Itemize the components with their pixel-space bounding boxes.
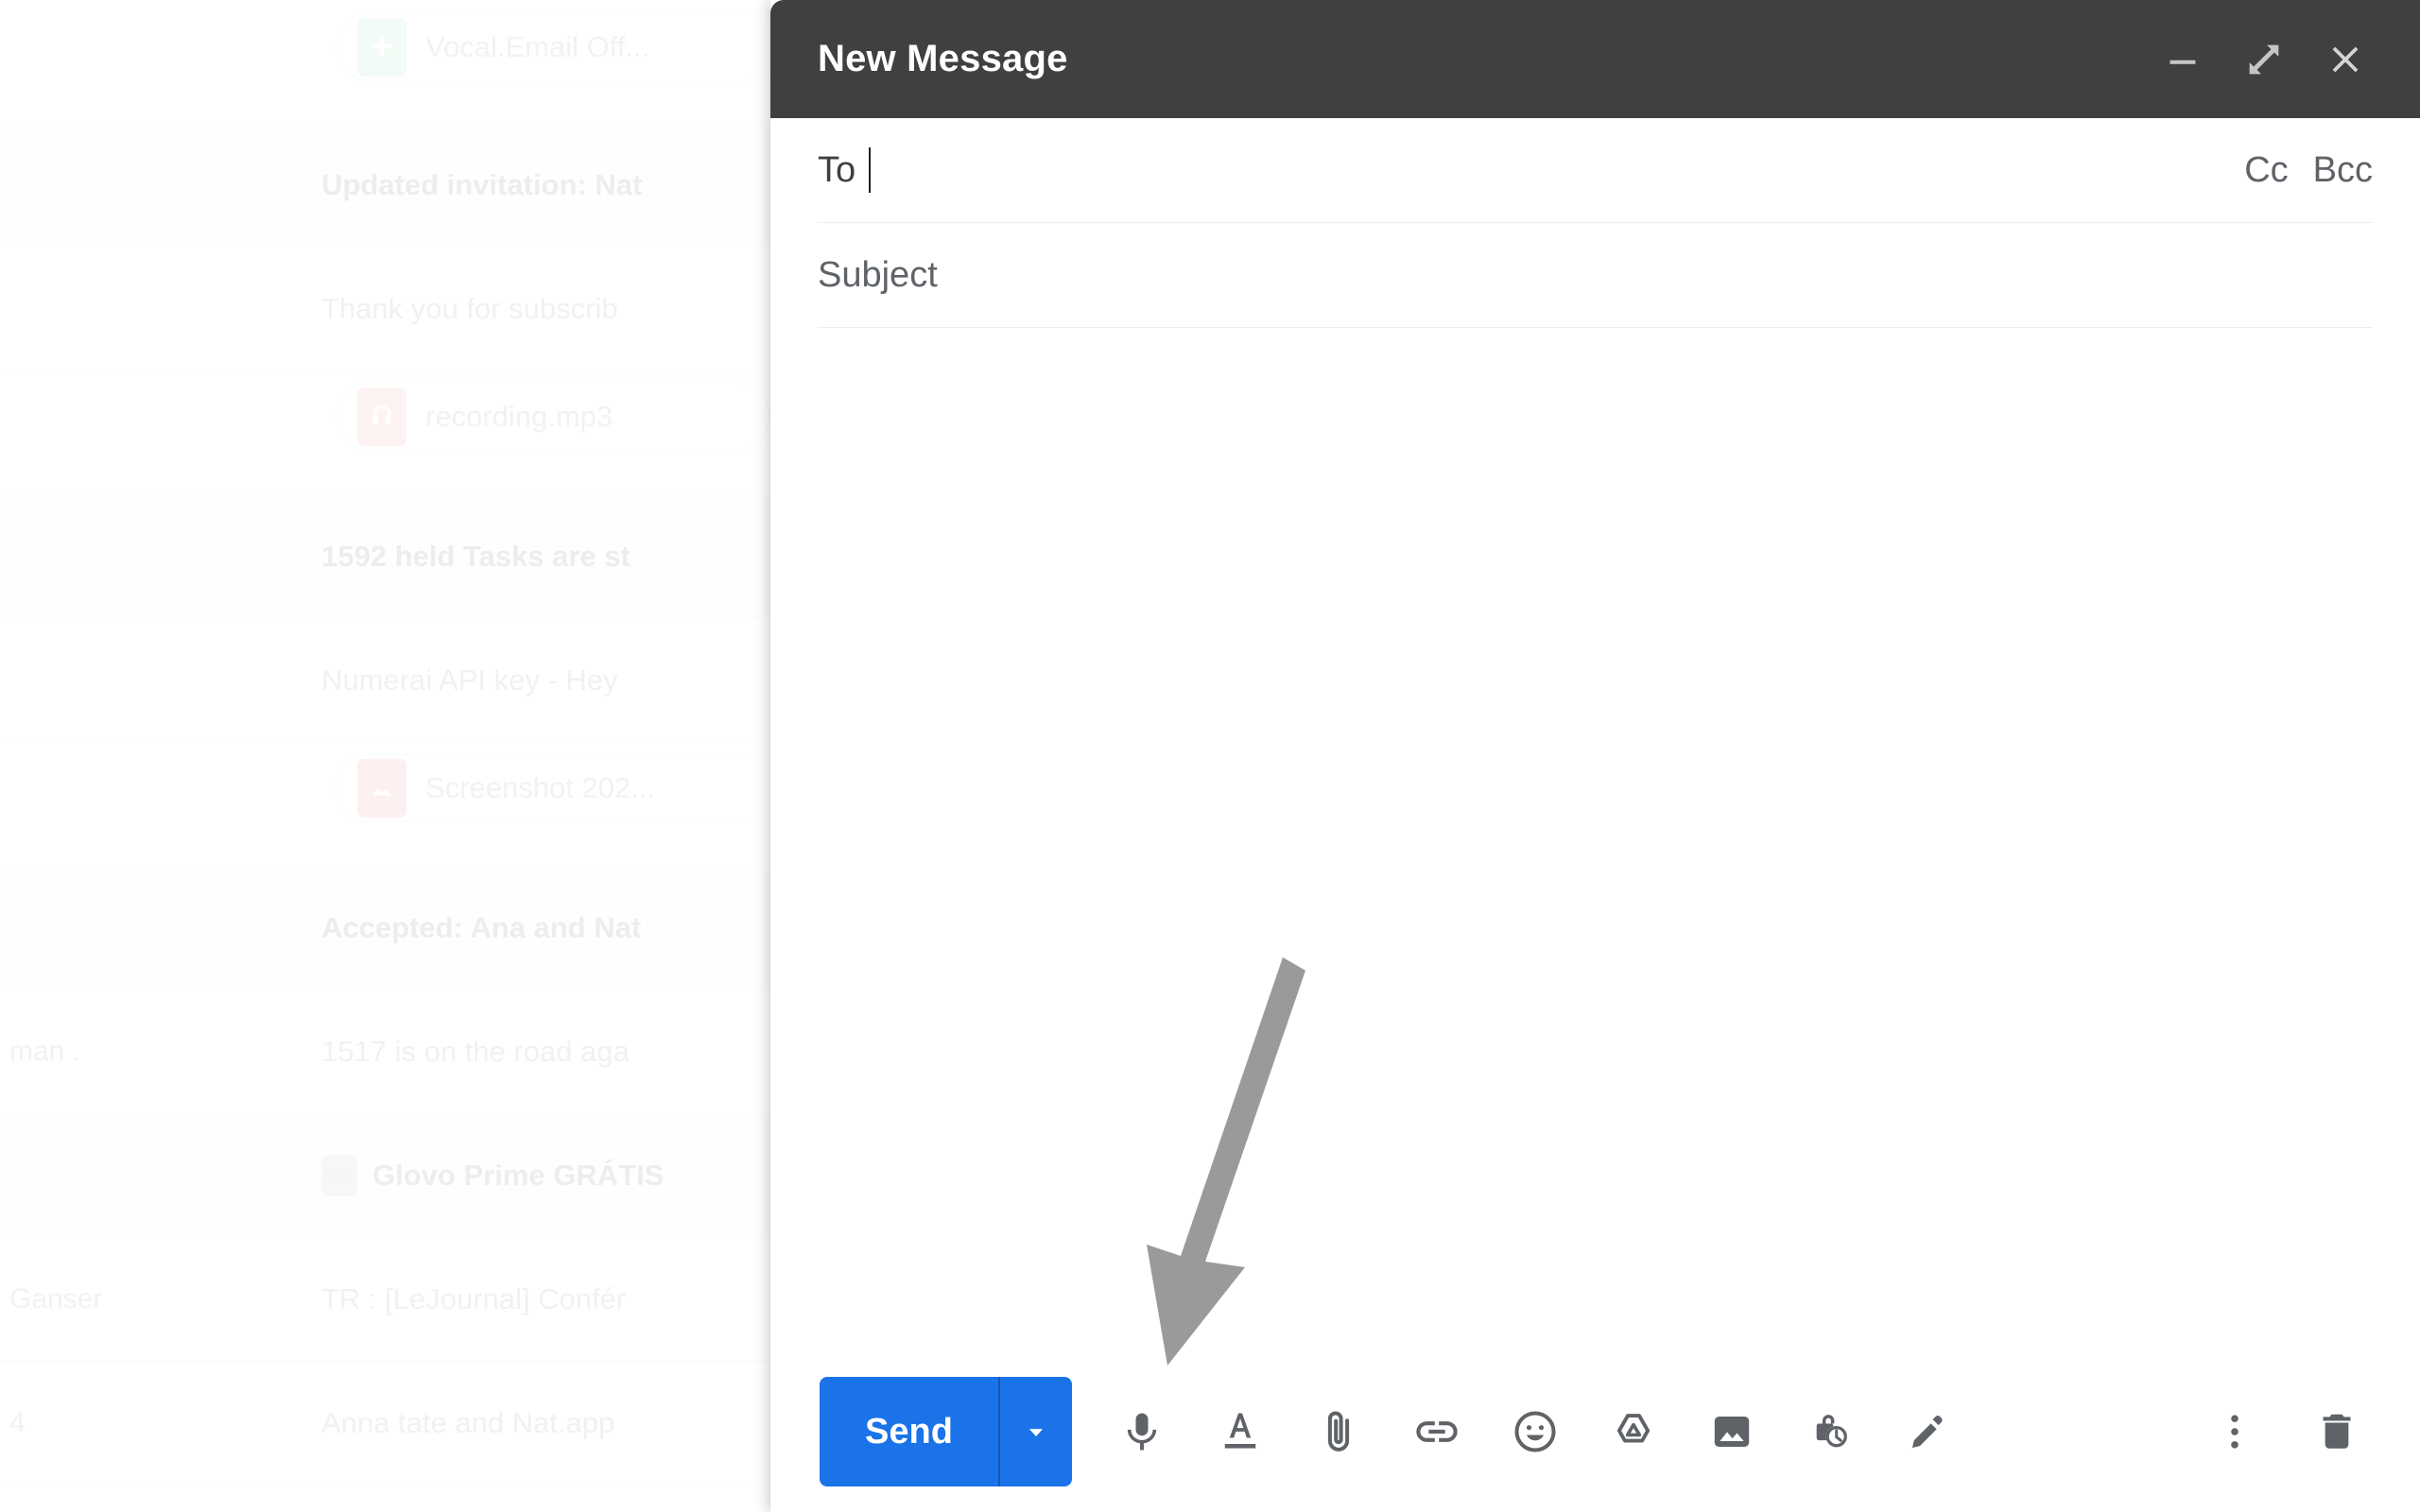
compose-window: New Message To Cc Bcc Subject Send xyxy=(770,0,2420,1512)
mail-attachment-chip[interactable]: Screenshot 202... xyxy=(336,754,787,822)
mail-row-sender: Ganser xyxy=(9,1283,103,1314)
to-field-row[interactable]: To Cc Bcc xyxy=(818,118,2373,223)
insert-drive-file-icon[interactable] xyxy=(1590,1388,1677,1475)
image-file-icon xyxy=(357,759,406,817)
more-options-icon[interactable] xyxy=(2191,1388,2278,1475)
free-badge-label: FREE xyxy=(324,1170,354,1181)
compose-window-header[interactable]: New Message xyxy=(770,0,2420,118)
compose-toolbar-icons xyxy=(1098,1388,1972,1475)
insert-signature-icon[interactable] xyxy=(1885,1388,1972,1475)
expand-icon[interactable] xyxy=(2223,19,2305,100)
insert-photo-icon[interactable] xyxy=(1688,1388,1775,1475)
formatting-options-icon[interactable] xyxy=(1197,1388,1284,1475)
confidential-mode-icon[interactable] xyxy=(1787,1388,1874,1475)
mail-row-sender: man . xyxy=(9,1036,81,1067)
mail-attachment-chip[interactable]: recording.mp3 xyxy=(336,383,770,451)
sheet-file-icon xyxy=(357,18,406,77)
mail-row-subject-text: Glovo Prime GRÁTIS xyxy=(372,1159,665,1192)
compose-toolbar-right xyxy=(2191,1388,2380,1475)
free-badge-icon: FREE xyxy=(321,1155,357,1196)
insert-emoji-icon[interactable] xyxy=(1492,1388,1579,1475)
microphone-icon[interactable] xyxy=(1098,1388,1185,1475)
message-body-input[interactable] xyxy=(770,328,2420,1351)
mail-attachment-label: Vocal.Email Off... xyxy=(425,30,650,63)
close-icon[interactable] xyxy=(2305,19,2386,100)
send-options-caret-icon[interactable] xyxy=(1000,1377,1072,1486)
compose-fields-area: To Cc Bcc Subject xyxy=(770,118,2420,328)
mail-attachment-label: Screenshot 202... xyxy=(425,771,655,804)
subject-field-label: Subject xyxy=(818,254,938,295)
mail-attachment-chip[interactable]: Vocal.Email Off... xyxy=(336,13,780,81)
to-field-label: To xyxy=(818,149,856,190)
mail-attachment-label: recording.mp3 xyxy=(425,400,614,433)
compose-window-title: New Message xyxy=(818,38,1068,79)
cc-button[interactable]: Cc xyxy=(2244,150,2288,191)
subject-field-row[interactable]: Subject xyxy=(818,223,2373,328)
text-caret xyxy=(869,147,872,193)
insert-link-icon[interactable] xyxy=(1393,1388,1480,1475)
send-button-group[interactable]: Send xyxy=(820,1377,1072,1486)
mail-row-sender: 4 xyxy=(9,1407,26,1438)
bcc-button[interactable]: Bcc xyxy=(2313,150,2373,191)
discard-draft-icon[interactable] xyxy=(2293,1388,2380,1475)
compose-toolbar: Send xyxy=(770,957,2420,1512)
send-button[interactable]: Send xyxy=(820,1377,998,1486)
attach-file-icon[interactable] xyxy=(1295,1388,1382,1475)
audio-file-icon xyxy=(357,387,406,446)
minimize-icon[interactable] xyxy=(2142,19,2223,100)
